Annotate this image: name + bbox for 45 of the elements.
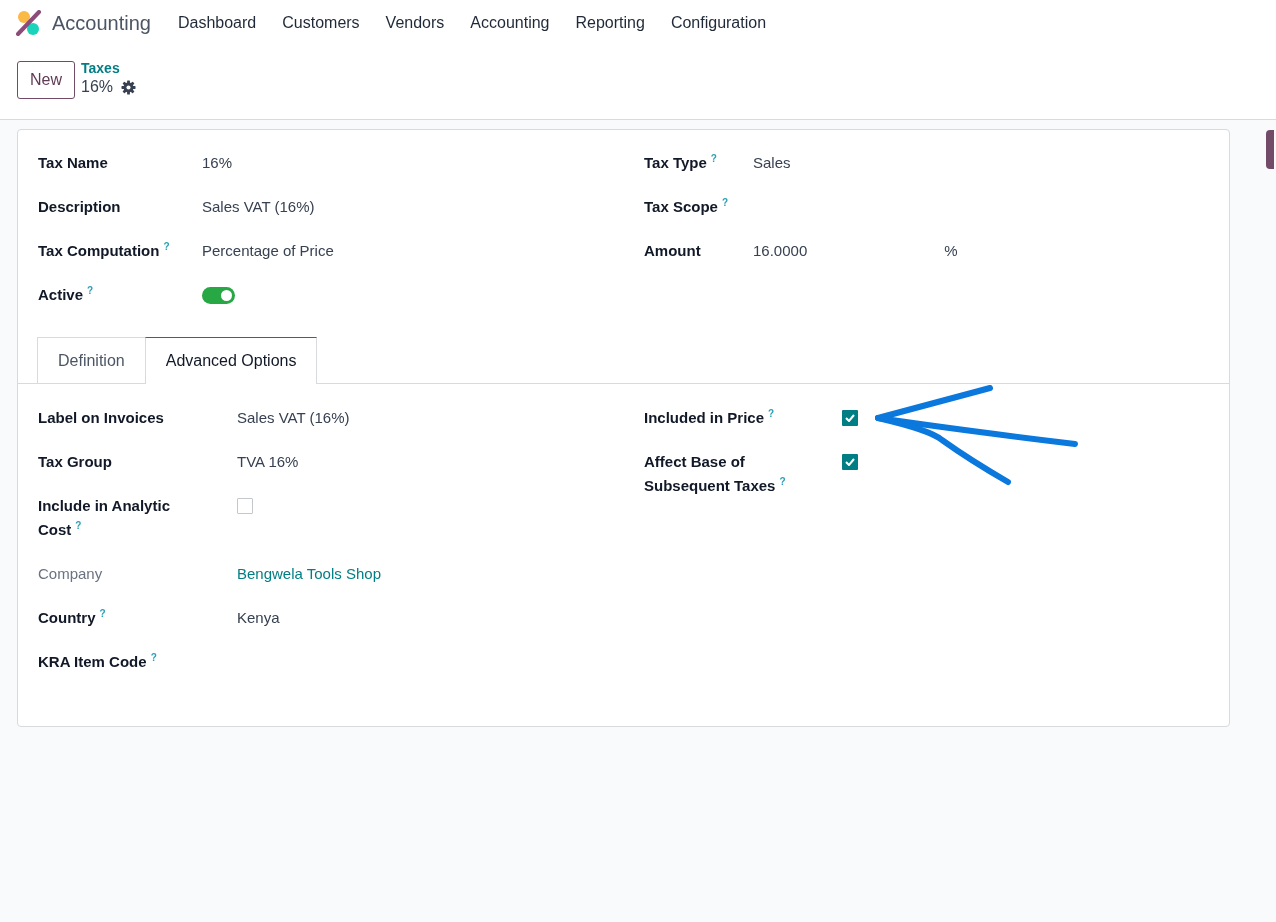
field-label: Active $^{?}$	[38, 284, 95, 305]
field-label: Tax Name	[38, 153, 109, 173]
field-label: Included in Price $^{?}$	[644, 407, 776, 428]
menu-item[interactable]: Dashboard	[164, 14, 270, 32]
breadcrumb-link[interactable]: Taxes	[81, 60, 137, 76]
check-icon	[845, 458, 855, 466]
field-value: Sales	[753, 153, 791, 173]
checkbox[interactable]	[842, 454, 858, 470]
menu-item[interactable]: Customers	[269, 14, 373, 32]
field-label: Country $^{?}$	[38, 607, 107, 628]
tab[interactable]: Advanced Options	[144, 337, 318, 384]
amount-field[interactable]: 16.0000	[753, 239, 808, 263]
field-value: Sales VAT (16%)	[202, 197, 315, 217]
field-value: Sales VAT (16%)	[237, 408, 350, 428]
field-value: 16%	[202, 153, 233, 173]
field-label: KRA Item Code $^{?}$	[38, 651, 158, 672]
record-title: 16%	[81, 77, 114, 97]
app-logo-icon[interactable]	[16, 10, 42, 36]
active-toggle[interactable]	[202, 287, 235, 304]
field-label: Tax Computation $^{?}$	[38, 240, 171, 261]
field-label: Affect Base of Subsequent Taxes $^{?}$	[644, 452, 787, 496]
menu-item[interactable]: Vendors	[372, 14, 458, 32]
new-button[interactable]: New	[17, 61, 75, 99]
settings-icon[interactable]	[121, 79, 137, 95]
menu-item[interactable]: Reporting	[562, 14, 658, 32]
field-value: Kenya	[237, 608, 280, 628]
field-label: Tax Group	[38, 452, 113, 472]
check-icon	[845, 414, 855, 422]
checkbox[interactable]	[237, 498, 253, 514]
unit-label: %	[944, 241, 958, 261]
checkbox[interactable]	[842, 410, 858, 426]
menu-item[interactable]: Accounting	[457, 14, 563, 32]
field-label: Tax Type $^{?}$	[644, 152, 718, 173]
field-value: TVA 16%	[237, 452, 299, 472]
app-name[interactable]: Accounting	[52, 11, 151, 35]
field-label: Include in Analytic Cost $^{?}$	[38, 496, 171, 540]
field-label: Label on Invoices	[38, 408, 165, 428]
field-label: Tax Scope $^{?}$	[644, 196, 730, 217]
field-label: Amount	[644, 241, 702, 261]
field-value: Percentage of Price	[202, 241, 334, 261]
field-label: Description	[38, 197, 122, 217]
menu-item[interactable]: Configuration	[657, 14, 780, 32]
tab[interactable]: Definition	[37, 337, 146, 383]
company-link[interactable]: Bengwela Tools Shop	[237, 562, 381, 586]
field-label: Company	[38, 564, 104, 584]
